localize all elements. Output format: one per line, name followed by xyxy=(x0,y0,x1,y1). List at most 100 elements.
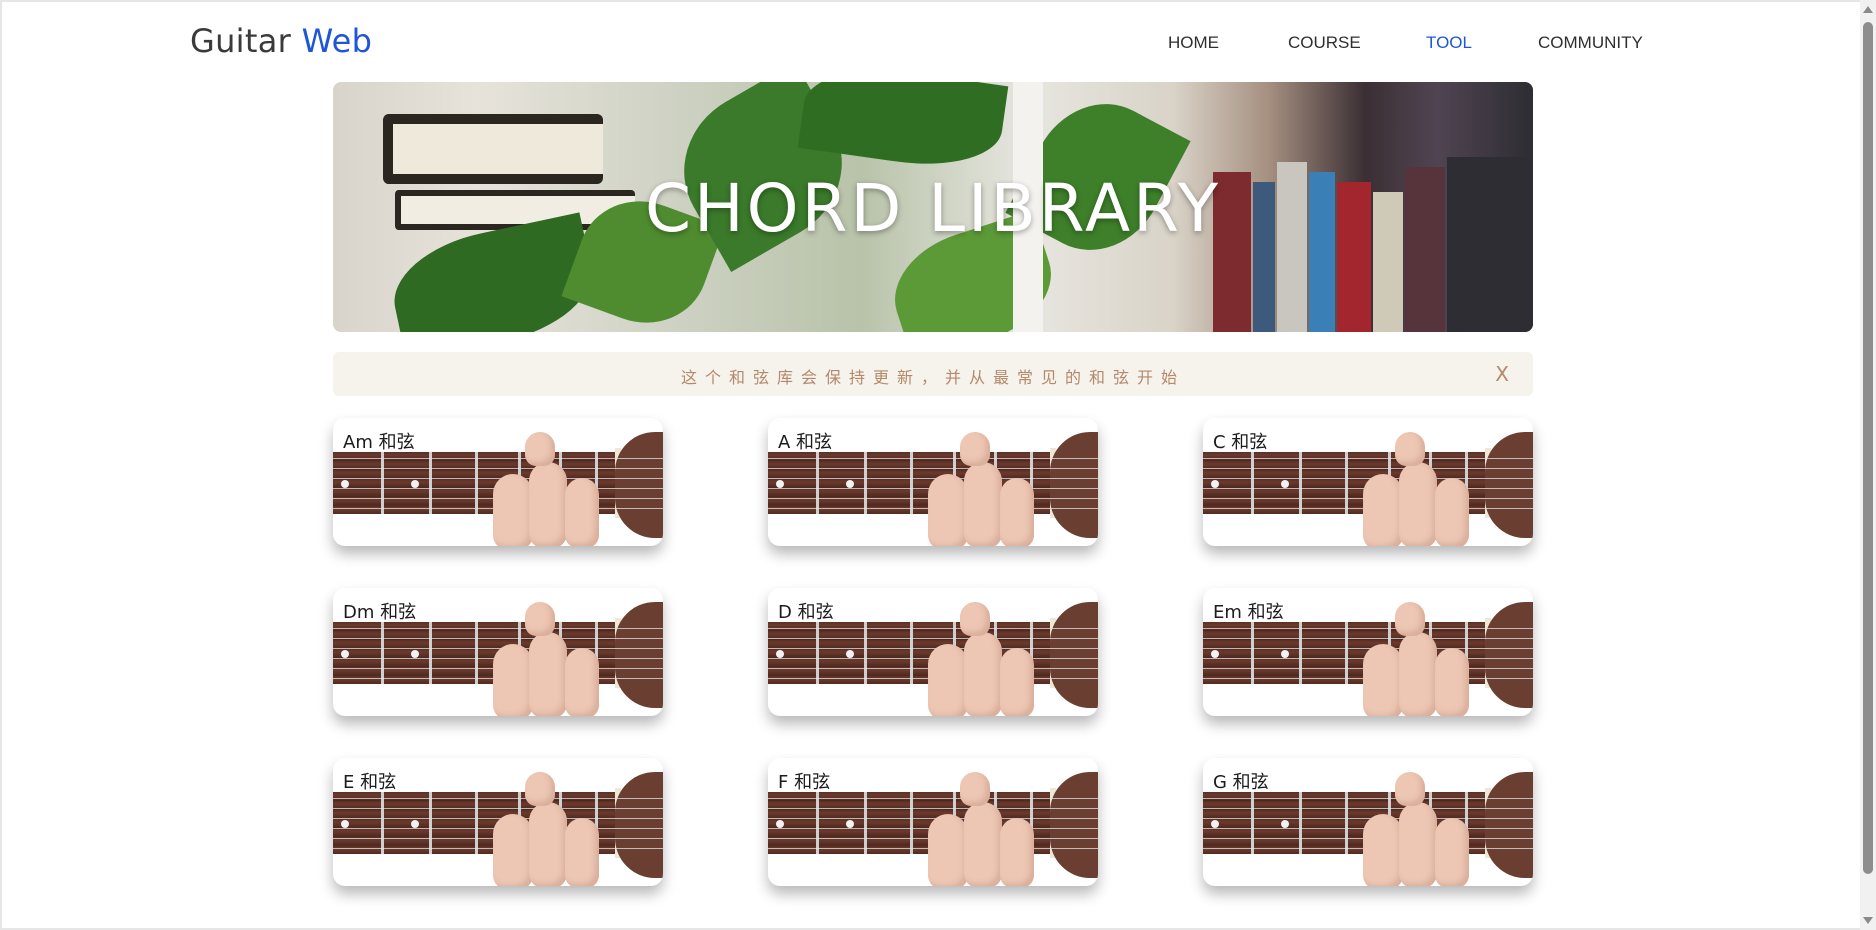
hand-finger-image xyxy=(565,818,599,886)
hand-finger-image xyxy=(1000,648,1034,716)
guitar-headstock-image xyxy=(1485,602,1533,708)
hand-finger-image xyxy=(928,474,968,546)
guitar-string xyxy=(1203,808,1533,809)
guitar-string xyxy=(1203,798,1533,799)
fret-marker-dot xyxy=(1211,650,1219,658)
chord-label: D 和弦 xyxy=(778,602,834,623)
hand-finger-image xyxy=(1435,818,1469,886)
guitar-string xyxy=(333,638,663,639)
chord-label: C 和弦 xyxy=(1213,432,1268,453)
fret xyxy=(381,792,384,854)
hand-finger-image xyxy=(1399,462,1437,546)
hand-finger-image xyxy=(960,772,990,806)
hand-finger-image xyxy=(960,602,990,636)
hand-finger-image xyxy=(529,632,567,716)
chord-card[interactable]: A 和弦 xyxy=(768,418,1098,546)
fret-marker-dot xyxy=(341,480,349,488)
guitar-string xyxy=(1203,468,1533,469)
fret xyxy=(1251,792,1254,854)
hand-finger-image xyxy=(493,814,533,886)
chord-card[interactable]: Em 和弦 xyxy=(1203,588,1533,716)
chord-label: Am 和弦 xyxy=(343,432,415,453)
fret-marker-dot xyxy=(846,820,854,828)
guitar-string xyxy=(333,808,663,809)
chord-label: E 和弦 xyxy=(343,772,397,793)
guitar-headstock-image xyxy=(1485,432,1533,538)
nav-community[interactable]: COMMUNITY xyxy=(1538,33,1643,53)
notice-close-button[interactable]: X xyxy=(1495,362,1509,386)
hand-finger-image xyxy=(493,644,533,716)
fret-marker-dot xyxy=(776,650,784,658)
chord-label: F 和弦 xyxy=(778,772,831,793)
hand-finger-image xyxy=(1363,644,1403,716)
fret-marker-dot xyxy=(846,650,854,658)
chord-label: Dm 和弦 xyxy=(343,602,417,623)
fret xyxy=(381,452,384,514)
nav-course[interactable]: COURSE xyxy=(1288,33,1361,53)
hand-finger-image xyxy=(1399,632,1437,716)
fret-marker-dot xyxy=(341,820,349,828)
fret xyxy=(864,622,867,684)
hero-title: CHORD LIBRARY xyxy=(644,170,1222,247)
hand-finger-image xyxy=(964,802,1002,886)
hand-finger-image xyxy=(565,478,599,546)
fret xyxy=(910,622,913,684)
fret xyxy=(1299,452,1302,514)
guitar-string xyxy=(333,458,663,459)
chord-card[interactable]: C 和弦 xyxy=(1203,418,1533,546)
fret-marker-dot xyxy=(411,820,419,828)
fret xyxy=(381,622,384,684)
guitar-headstock-image xyxy=(615,772,663,878)
guitar-string xyxy=(333,468,663,469)
main-nav: HOME COURSE TOOL COMMUNITY xyxy=(0,33,1876,53)
chord-card[interactable]: F 和弦 xyxy=(768,758,1098,886)
guitar-string xyxy=(1203,628,1533,629)
fret xyxy=(1251,622,1254,684)
hand-finger-image xyxy=(1363,814,1403,886)
guitar-headstock-image xyxy=(615,432,663,538)
hand-finger-image xyxy=(960,432,990,466)
fret-marker-dot xyxy=(1211,480,1219,488)
fret xyxy=(1251,452,1254,514)
chord-card[interactable]: D 和弦 xyxy=(768,588,1098,716)
fret-marker-dot xyxy=(1211,820,1219,828)
hand-finger-image xyxy=(1395,602,1425,636)
hand-finger-image xyxy=(1363,474,1403,546)
fret-marker-dot xyxy=(1281,480,1289,488)
chord-label: A 和弦 xyxy=(778,432,833,453)
fret-marker-dot xyxy=(341,650,349,658)
chord-card[interactable]: G 和弦 xyxy=(1203,758,1533,886)
guitar-string xyxy=(768,468,1098,469)
scrollbar[interactable] xyxy=(1860,0,1876,930)
hand-finger-image xyxy=(928,644,968,716)
hand-finger-image xyxy=(525,432,555,466)
hand-finger-image xyxy=(529,802,567,886)
fret-marker-dot xyxy=(411,650,419,658)
guitar-string xyxy=(1203,458,1533,459)
fret xyxy=(475,452,478,514)
hand-finger-image xyxy=(493,474,533,546)
fret xyxy=(910,792,913,854)
chord-card[interactable]: Dm 和弦 xyxy=(333,588,663,716)
scroll-up-arrow-icon[interactable] xyxy=(1863,6,1873,13)
fret xyxy=(1345,622,1348,684)
nav-tool[interactable]: TOOL xyxy=(1426,33,1472,53)
hand-finger-image xyxy=(1435,648,1469,716)
scroll-thumb[interactable] xyxy=(1863,22,1873,874)
fret xyxy=(864,452,867,514)
hand-finger-image xyxy=(964,462,1002,546)
hand-finger-image xyxy=(1000,818,1034,886)
hand-finger-image xyxy=(525,602,555,636)
chord-card[interactable]: Am 和弦 xyxy=(333,418,663,546)
fret xyxy=(816,622,819,684)
hand-finger-image xyxy=(1000,478,1034,546)
nav-home[interactable]: HOME xyxy=(1168,33,1219,53)
chord-card[interactable]: E 和弦 xyxy=(333,758,663,886)
fret-marker-dot xyxy=(1281,650,1289,658)
fret-marker-dot xyxy=(776,820,784,828)
fret xyxy=(1299,622,1302,684)
scroll-down-arrow-icon[interactable] xyxy=(1863,917,1873,924)
hand-finger-image xyxy=(928,814,968,886)
fret xyxy=(429,452,432,514)
hand-finger-image xyxy=(525,772,555,806)
